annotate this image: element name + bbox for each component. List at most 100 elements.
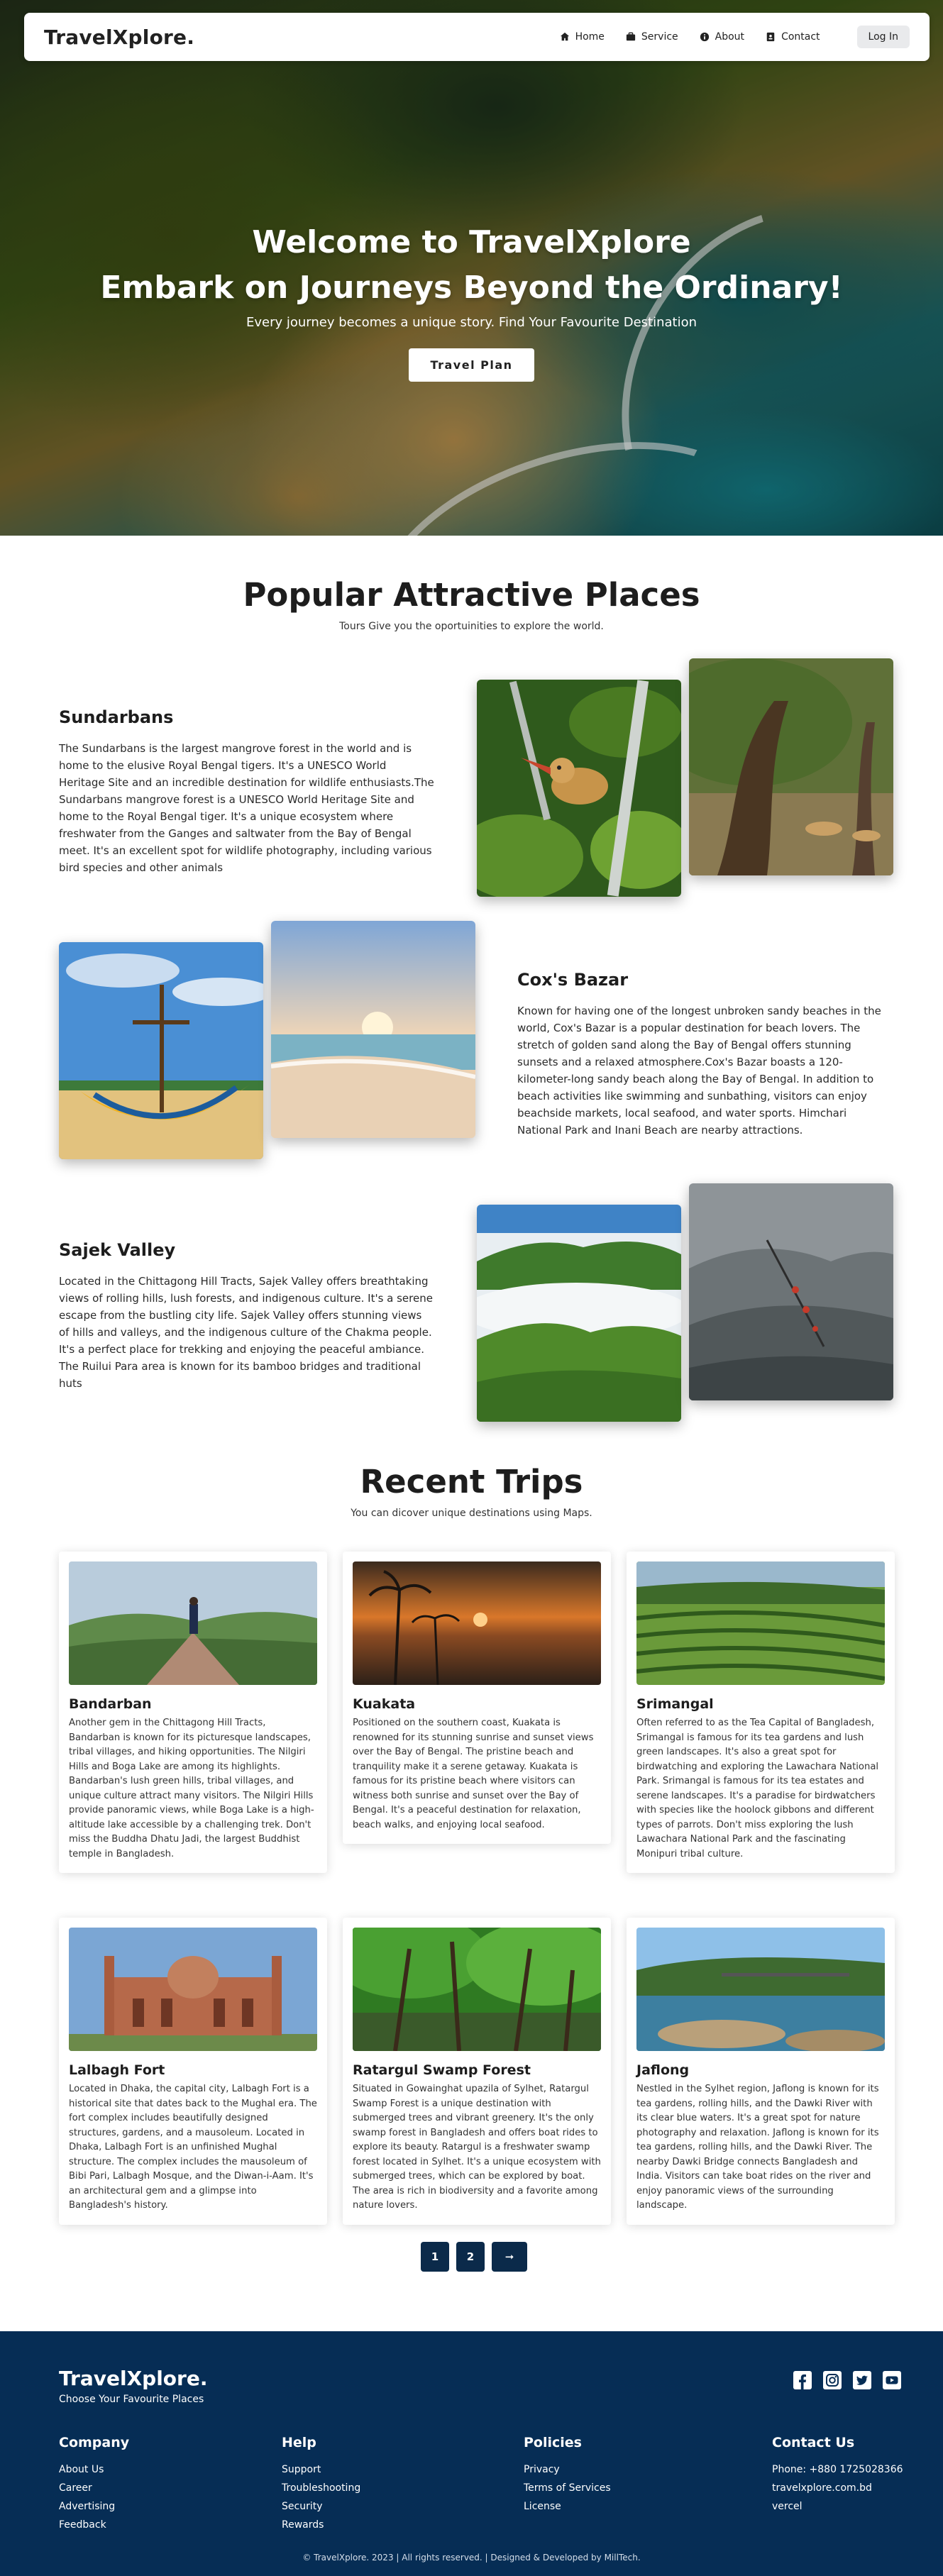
footer-link[interactable]: Advertising [59,2497,129,2516]
footer-link[interactable]: License [524,2497,611,2516]
contact-card-icon [766,32,775,42]
footer-col-title: Policies [524,2435,582,2450]
nav-contact[interactable]: Contact [766,31,820,43]
footer-link[interactable]: Privacy [524,2460,611,2479]
footer-link[interactable]: Troubleshooting [282,2479,360,2497]
footer-col-title: Contact Us [772,2435,855,2450]
footer-link[interactable]: Career [59,2479,129,2497]
trip-title: Lalbagh Fort [69,2062,165,2078]
nav-home[interactable]: Home [560,31,605,43]
trip-card-bandarban[interactable]: Bandarban Another gem in the Chittagong … [59,1552,327,1873]
footer: TravelXplore. Choose Your Favourite Plac… [0,2331,943,2576]
nav-contact-label: Contact [781,31,820,43]
footer-link[interactable]: Security [282,2497,360,2516]
trip-image [69,1928,317,2051]
trip-card-jaflong[interactable]: Jaflong Nestled in the Sylhet region, Ja… [627,1918,895,2225]
footer-link[interactable]: Terms of Services [524,2479,611,2497]
trip-description: Often referred to as the Tea Capital of … [636,1718,879,1859]
facebook-icon[interactable] [793,2371,812,2389]
brand-logo[interactable]: TravelXplore. [44,26,194,49]
trip-card-kuakata[interactable]: Kuakata Positioned on the southern coast… [343,1552,611,1844]
nav-about-label: About [715,31,745,43]
places-title: Popular Attractive Places [243,576,700,614]
youtube-icon[interactable] [883,2371,901,2389]
nav-home-label: Home [575,31,605,43]
footer-brand[interactable]: TravelXplore. [59,2367,207,2390]
trip-description: Positioned on the southern coast, Kuakat… [353,1718,594,1830]
home-icon [560,32,569,41]
place-title: Sajek Valley [59,1240,176,1260]
places-subtitle: Tours Give you the oportuinities to expl… [339,621,604,632]
footer-contact-host[interactable]: vercel [772,2497,903,2516]
footer-link[interactable]: Feedback [59,2516,129,2534]
place-title: Sundarbans [59,707,174,727]
footer-link[interactable]: Rewards [282,2516,360,2534]
trip-image [353,1561,601,1685]
sunset-beach-photo [271,921,475,1138]
trips-heading: Recent Trips You can dicover unique dest… [0,1463,943,1519]
place-sundarbans: Sundarbans The Sundarbans is the largest… [59,707,435,876]
nav-service[interactable]: Service [626,31,678,43]
trip-title: Ratargul Swamp Forest [353,2062,531,2078]
page: { "nav": { "brand": "TravelXplore.", "it… [0,0,943,2576]
navbar: TravelXplore. Home Service About Contact… [24,13,930,61]
hero-banner: TravelXplore. Home Service About Contact… [0,0,943,536]
trip-description: Nestled in the Sylhet region, Jaflong is… [636,2084,879,2211]
place-coxs-bazar: Cox's Bazar Known for having one of the … [517,970,893,1139]
footer-contact-phone[interactable]: Phone: +880 1725028366 [772,2460,903,2479]
footer-link[interactable]: Support [282,2460,360,2479]
trip-title: Srimangal [636,1696,714,1712]
info-icon [700,32,709,42]
valley-clouds-photo [477,1205,681,1422]
places-heading: Popular Attractive Places Tours Give you… [0,576,943,632]
social-links [793,2371,901,2389]
footer-contact-site[interactable]: travelxplore.com.bd [772,2479,903,2497]
trip-card-lalbagh-fort[interactable]: Lalbagh Fort Located in Dhaka, the capit… [59,1918,327,2225]
nav-about[interactable]: About [700,31,744,43]
footer-link[interactable]: About Us [59,2460,129,2479]
login-button[interactable]: Log In [856,26,910,48]
footer-col-company: Company About Us Career Advertising Feed… [59,2435,129,2534]
travel-plan-button[interactable]: Travel Plan [409,348,534,382]
trip-image [636,1561,885,1685]
footer-col-help: Help Support Troubleshooting Security Re… [282,2435,360,2534]
trip-image [636,1928,885,2051]
trip-title: Bandarban [69,1696,152,1712]
trip-description: Situated in Gowainghat upazila of Sylhet… [353,2084,601,2211]
page-1-button[interactable]: 1 [421,2242,449,2272]
trips-subtitle: You can dicover unique destinations usin… [351,1508,592,1519]
next-page-button[interactable]: ➞ [492,2242,527,2272]
trip-image [353,1928,601,2051]
hero-title-line2: Embark on Journeys Beyond the Ordinary! [100,270,843,306]
place-description: The Sundarbans is the largest mangrove f… [59,742,434,874]
trip-card-srimangal[interactable]: Srimangal Often referred to as the Tea C… [627,1552,895,1873]
page-2-button[interactable]: 2 [456,2242,485,2272]
copyright: © TravelXplore. 2023 | All rights reserv… [302,2553,641,2563]
briefcase-icon [626,32,636,41]
nav-menu: Home Service About Contact Log In [560,26,910,48]
misty-hills-photo [689,1183,893,1400]
place-description: Known for having one of the longest unbr… [517,1005,881,1137]
place-title: Cox's Bazar [517,970,629,990]
trip-card-ratargul[interactable]: Ratargul Swamp Forest Situated in Gowain… [343,1918,611,2225]
instagram-icon[interactable] [823,2371,842,2389]
trip-title: Kuakata [353,1696,416,1712]
footer-col-contact: Contact Us Phone: +880 1725028366 travel… [772,2435,903,2516]
deer-forest-photo [689,658,893,875]
nav-service-label: Service [641,31,678,43]
hero-title-line1: Welcome to TravelXplore [252,224,691,260]
twitter-icon[interactable] [853,2371,871,2389]
trip-description: Another gem in the Chittagong Hill Tract… [69,1718,314,1859]
boat-beach-photo [59,942,263,1159]
kingfisher-photo [477,680,681,897]
place-sajek-valley: Sajek Valley Located in the Chittagong H… [59,1240,435,1392]
footer-col-policies: Policies Privacy Terms of Services Licen… [524,2435,611,2516]
place-description: Located in the Chittagong Hill Tracts, S… [59,1275,433,1390]
trip-title: Jaflong [636,2062,690,2078]
footer-col-title: Help [282,2435,316,2450]
footer-tagline: Choose Your Favourite Places [59,2394,204,2405]
trip-image [69,1561,317,1685]
hero-subtitle: Every journey becomes a unique story. Fi… [246,315,697,330]
trip-description: Located in Dhaka, the capital city, Lalb… [69,2084,317,2211]
footer-col-title: Company [59,2435,130,2450]
